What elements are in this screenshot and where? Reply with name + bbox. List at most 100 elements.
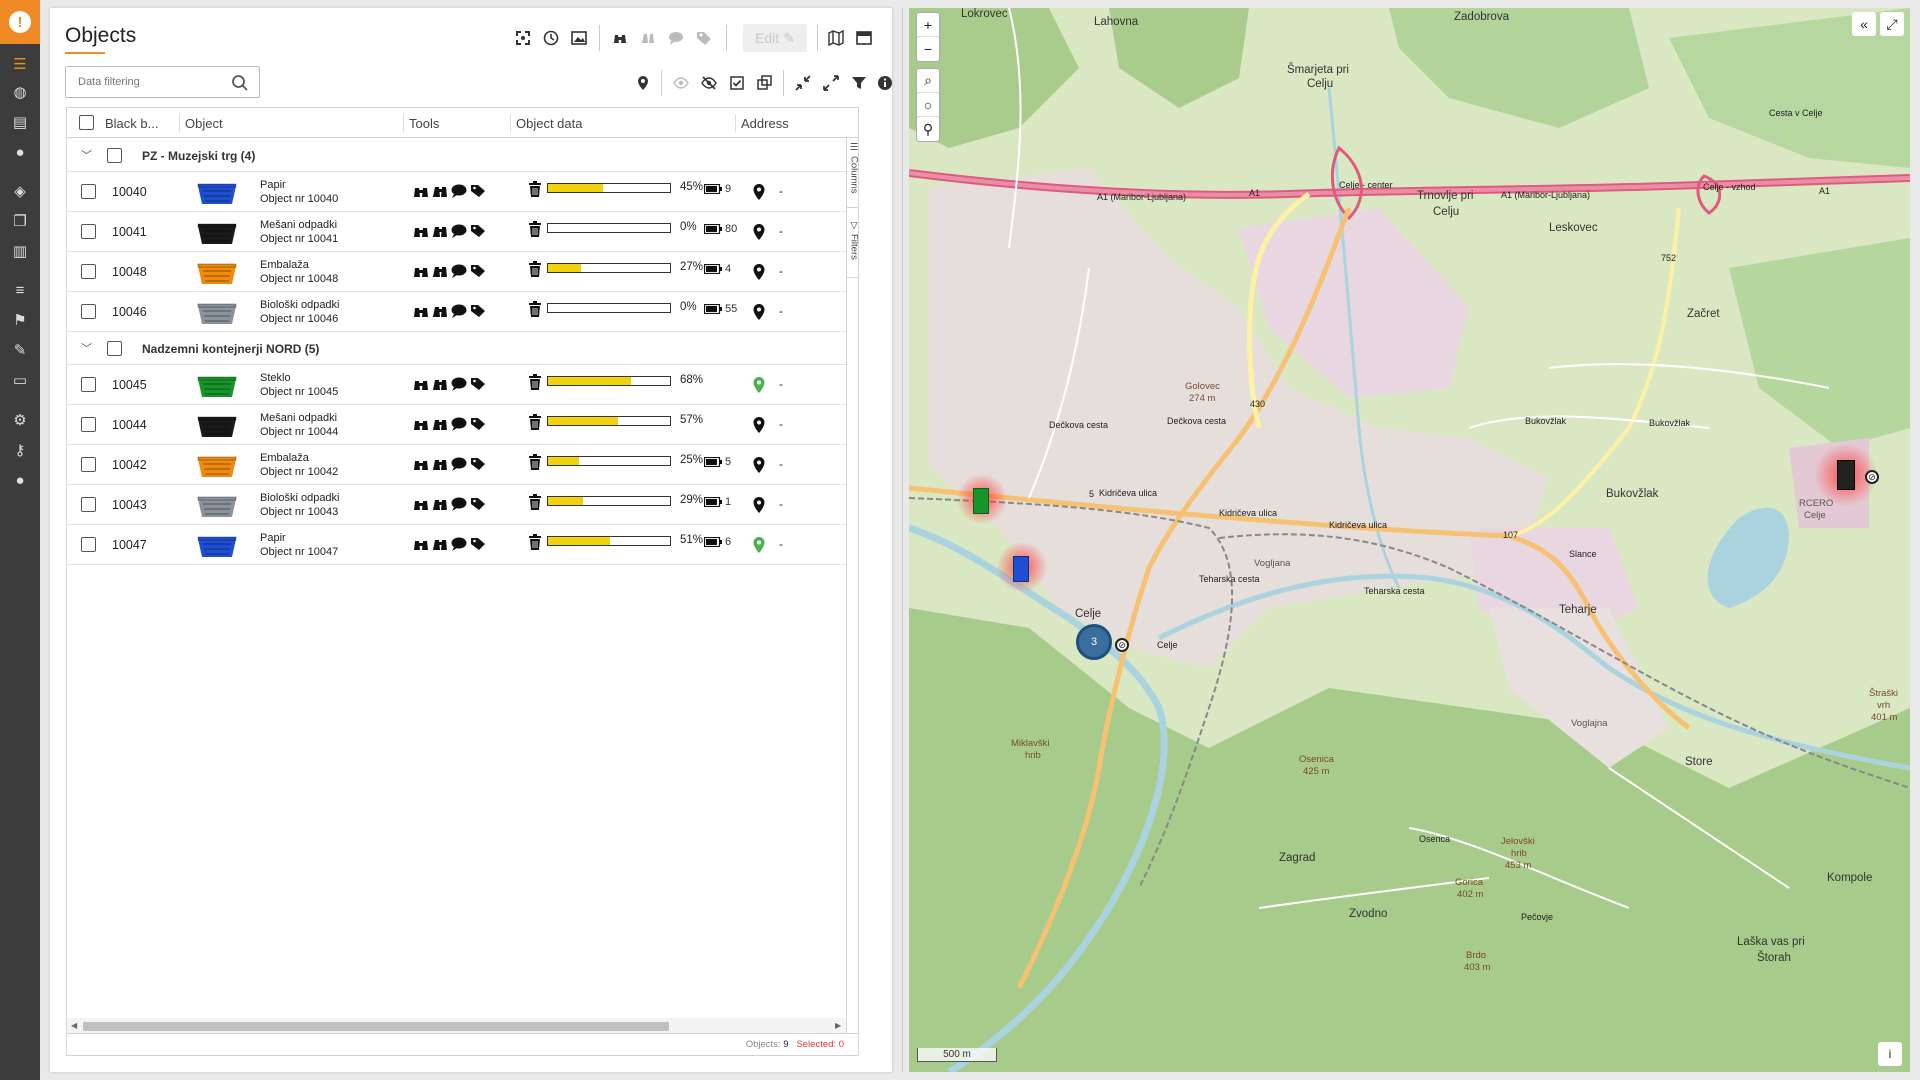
map-pin-icon[interactable] [753,417,765,433]
truck-icon[interactable] [432,497,448,511]
locate-button[interactable] [630,70,656,96]
truck-icon[interactable] [432,224,448,238]
group-row[interactable]: ﹀ PZ - Muzejski trg (4) [67,139,858,172]
column-object[interactable]: Object [185,116,223,131]
trash-icon[interactable] [528,534,542,550]
filter-button[interactable] [846,70,872,96]
object-name-cell[interactable]: Biološki odpadki Object nr 10043 [260,491,340,519]
comment-icon[interactable] [451,304,467,318]
select-all-checkbox[interactable] [79,115,94,130]
tag-icon[interactable] [470,457,486,471]
comment-icon[interactable] [451,184,467,198]
comment-button[interactable] [663,25,689,51]
select-all-button[interactable] [724,70,750,96]
tag-icon[interactable] [470,377,486,391]
object-name-cell[interactable]: Biološki odpadki Object nr 10046 [260,298,340,326]
clone-button[interactable] [752,70,778,96]
filters-tab[interactable]: ▽ Filters [847,218,858,278]
group-checkbox[interactable] [107,148,122,163]
row-checkbox[interactable] [81,417,96,432]
route-button[interactable] [635,25,661,51]
app-logo[interactable]: ! [0,0,40,44]
history-button[interactable] [538,25,564,51]
comment-icon[interactable] [451,224,467,238]
sliders-icon[interactable]: ≡ [8,278,32,302]
marker-cluster[interactable]: 3 [1076,624,1112,660]
trash-icon[interactable] [528,454,542,470]
row-checkbox[interactable] [81,264,96,279]
scroll-thumb[interactable] [83,1022,669,1031]
map-pin-icon[interactable] [753,304,765,320]
image-button[interactable] [566,25,592,51]
table-row[interactable]: 10044 Mešani odpadki Object nr 10044 57% - [67,405,858,445]
row-checkbox[interactable] [81,224,96,239]
row-checkbox[interactable] [81,377,96,392]
map-pin-icon[interactable] [753,264,765,280]
gear-icon[interactable]: ⚙ [8,408,32,432]
truck-icon[interactable] [432,417,448,431]
table-row[interactable]: 10040 Papir Object nr 10040 45% 9 - [67,172,858,212]
document-icon[interactable]: ▤ [8,110,32,134]
green-bin-marker[interactable] [973,488,989,514]
tag-icon[interactable] [470,224,486,238]
pin-icon[interactable]: ⚲ [917,117,939,141]
comment-icon[interactable] [451,377,467,391]
collapse-map-button[interactable]: « [1852,12,1876,36]
truck-icon[interactable] [432,184,448,198]
binoculars-icon[interactable] [413,457,429,471]
object-name-cell[interactable]: Embalaža Object nr 10048 [260,258,338,286]
table-row[interactable]: 10042 Embalaža Object nr 10042 25% 5 - [67,445,858,485]
collapse-button[interactable] [790,70,816,96]
tag-icon[interactable] [470,497,486,511]
horizontal-scrollbar[interactable]: ◀ ▶ [67,1018,846,1033]
map-pin-icon[interactable] [753,457,765,473]
binoculars-icon[interactable] [413,304,429,318]
map-pin-icon[interactable] [753,537,765,553]
black-bin-marker[interactable] [1837,460,1855,490]
column-tools[interactable]: Tools [409,116,439,131]
comment-icon[interactable] [451,457,467,471]
chevron-down-icon[interactable]: ﹀ [81,340,92,356]
row-checkbox[interactable] [81,537,96,552]
zoom-in-button[interactable]: + [917,13,939,37]
expand-button[interactable] [818,70,844,96]
trash-icon[interactable] [528,374,542,390]
list-icon[interactable]: ☰ [8,52,32,76]
tag-icon[interactable] [470,264,486,278]
map-pin-icon[interactable] [753,377,765,393]
truck-icon[interactable] [432,304,448,318]
wrench-icon[interactable]: ✎ [8,338,32,362]
trash-icon[interactable]: ▥ [8,239,32,263]
zoom-out-button[interactable]: − [917,37,939,61]
search-icon[interactable] [231,74,249,92]
object-name-cell[interactable]: Embalaža Object nr 10042 [260,451,338,479]
route-icon[interactable]: ⚑ [8,308,32,332]
window-button[interactable] [851,25,877,51]
id-card-icon[interactable]: ▭ [8,368,32,392]
scroll-left-icon[interactable]: ◀ [71,1021,77,1030]
table-row[interactable]: 10045 Steklo Object nr 10045 68% - [67,365,858,405]
map-info-button[interactable]: i [1878,1042,1902,1066]
chevron-down-icon[interactable]: ﹀ [81,147,92,163]
search-input[interactable] [66,67,216,97]
trash-icon[interactable] [528,414,542,430]
object-name-cell[interactable]: Mešani odpadki Object nr 10044 [260,411,338,439]
tag-icon[interactable] [470,537,486,551]
trash-icon[interactable] [528,181,542,197]
columns-tab[interactable]: ☰ Columns [847,138,858,208]
panel-splitter[interactable] [897,0,905,1080]
fit-view-button[interactable] [510,25,536,51]
binoculars-icon[interactable] [413,224,429,238]
key-icon[interactable]: ⚷ [8,438,32,462]
cubes-icon[interactable]: ◈ [8,179,32,203]
tag-icon[interactable] [470,304,486,318]
tag-icon[interactable] [470,417,486,431]
blue-bin-marker[interactable] [1013,556,1029,582]
edit-button[interactable]: Edit ✎ [743,24,807,52]
truck-icon[interactable] [432,537,448,551]
fullscreen-button[interactable]: ⤢ [1880,12,1904,36]
object-name-cell[interactable]: Papir Object nr 10047 [260,531,338,559]
trash-icon[interactable] [528,494,542,510]
binoculars-icon[interactable] [413,264,429,278]
binoculars-icon[interactable] [413,537,429,551]
